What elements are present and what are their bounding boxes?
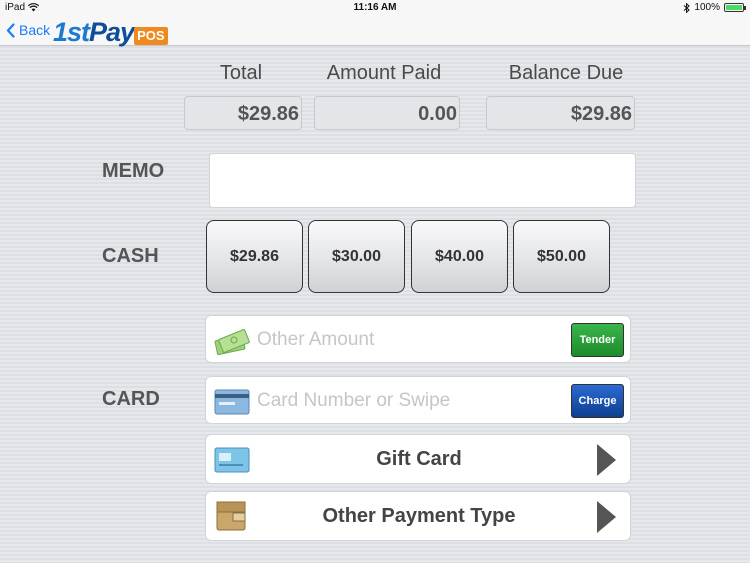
chevron-right-icon (597, 444, 616, 476)
tender-button[interactable]: Tender (571, 323, 624, 357)
back-label: Back (19, 22, 51, 38)
balance-due-value: $29.86 (486, 96, 635, 130)
navigation-bar: Back 1st Pay POS (0, 16, 750, 46)
gift-card-row[interactable]: Gift Card (205, 434, 631, 484)
balance-due-label: Balance Due (508, 62, 624, 84)
status-time: 11:16 AM (353, 2, 397, 13)
amount-paid-label: Amount Paid (326, 62, 442, 84)
credit-card-icon (214, 389, 250, 415)
status-bar: iPad 11:16 AM 100% (0, 0, 750, 16)
memo-label: MEMO (102, 160, 165, 182)
card-number-row: Card Number or Swipe Charge (205, 376, 631, 424)
amount-paid-value: 0.00 (314, 96, 460, 130)
chevron-right-icon (597, 501, 616, 533)
chevron-left-icon (6, 22, 15, 38)
logo-num: 1st (53, 17, 90, 47)
bluetooth-icon (684, 2, 691, 13)
cash-button-exact[interactable]: $29.86 (206, 220, 303, 293)
total-value: $29.86 (184, 96, 302, 130)
cash-label: CASH (102, 245, 159, 267)
logo-pos: POS (134, 27, 168, 45)
other-payment-row[interactable]: Other Payment Type (205, 491, 631, 541)
other-amount-row: Other Amount Tender (205, 315, 631, 363)
back-button[interactable]: Back (6, 22, 50, 38)
other-payment-label: Other Payment Type (322, 505, 516, 527)
cash-button-30[interactable]: $30.00 (308, 220, 405, 293)
card-label: CARD (102, 388, 160, 410)
charge-button[interactable]: Charge (571, 384, 624, 418)
app-logo: 1st Pay POS (53, 16, 168, 46)
battery-icon (724, 3, 746, 12)
gift-card-label: Gift Card (376, 448, 462, 470)
other-amount-input[interactable]: Other Amount (257, 329, 374, 351)
total-label: Total (219, 62, 263, 84)
status-right: 100% (683, 2, 746, 13)
memo-input[interactable] (209, 153, 636, 208)
cash-bills-icon (214, 329, 250, 356)
battery-percent: 100% (694, 2, 720, 13)
card-number-input[interactable]: Card Number or Swipe (257, 390, 450, 412)
cash-button-50[interactable]: $50.00 (513, 220, 610, 293)
logo-pay: Pay (89, 17, 135, 47)
cash-button-40[interactable]: $40.00 (411, 220, 508, 293)
